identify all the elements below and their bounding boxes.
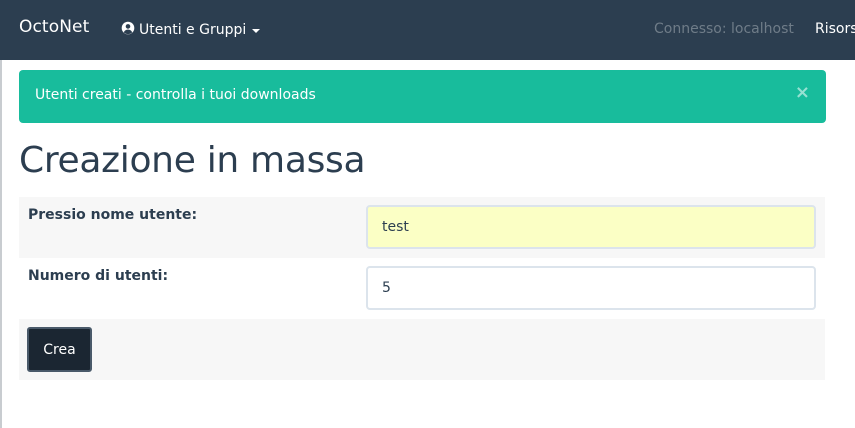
resources-menu[interactable]: Risorse bbox=[815, 21, 855, 37]
username-prefix-input[interactable] bbox=[366, 205, 816, 249]
count-label: Numero di utenti: bbox=[28, 268, 169, 284]
users-groups-dropdown[interactable]: Utenti e Gruppi bbox=[121, 21, 261, 39]
prefix-label: Pressio nome utente: bbox=[28, 207, 198, 223]
user-circle-icon bbox=[121, 21, 139, 39]
navbar: OctoNet Utenti e Gruppi Connesso: localh… bbox=[0, 0, 855, 60]
brand-link[interactable]: OctoNet bbox=[19, 17, 89, 37]
page-title: Creazione in massa bbox=[19, 140, 366, 181]
form-row-prefix: Pressio nome utente: bbox=[19, 197, 825, 258]
user-count-input[interactable] bbox=[366, 266, 816, 310]
close-icon[interactable]: × bbox=[795, 84, 810, 102]
form-row-count: Numero di utenti: bbox=[19, 258, 825, 319]
connection-status: Connesso: localhost bbox=[654, 21, 794, 37]
page-left-border bbox=[0, 60, 2, 428]
create-button[interactable]: Crea bbox=[27, 327, 92, 372]
users-groups-label: Utenti e Gruppi bbox=[139, 22, 247, 38]
form-row-actions: Crea bbox=[19, 319, 825, 380]
success-alert: Utenti creati - controlla i tuoi downloa… bbox=[19, 70, 826, 123]
chevron-down-icon bbox=[252, 29, 261, 33]
alert-message: Utenti creati - controlla i tuoi downloa… bbox=[35, 87, 316, 103]
